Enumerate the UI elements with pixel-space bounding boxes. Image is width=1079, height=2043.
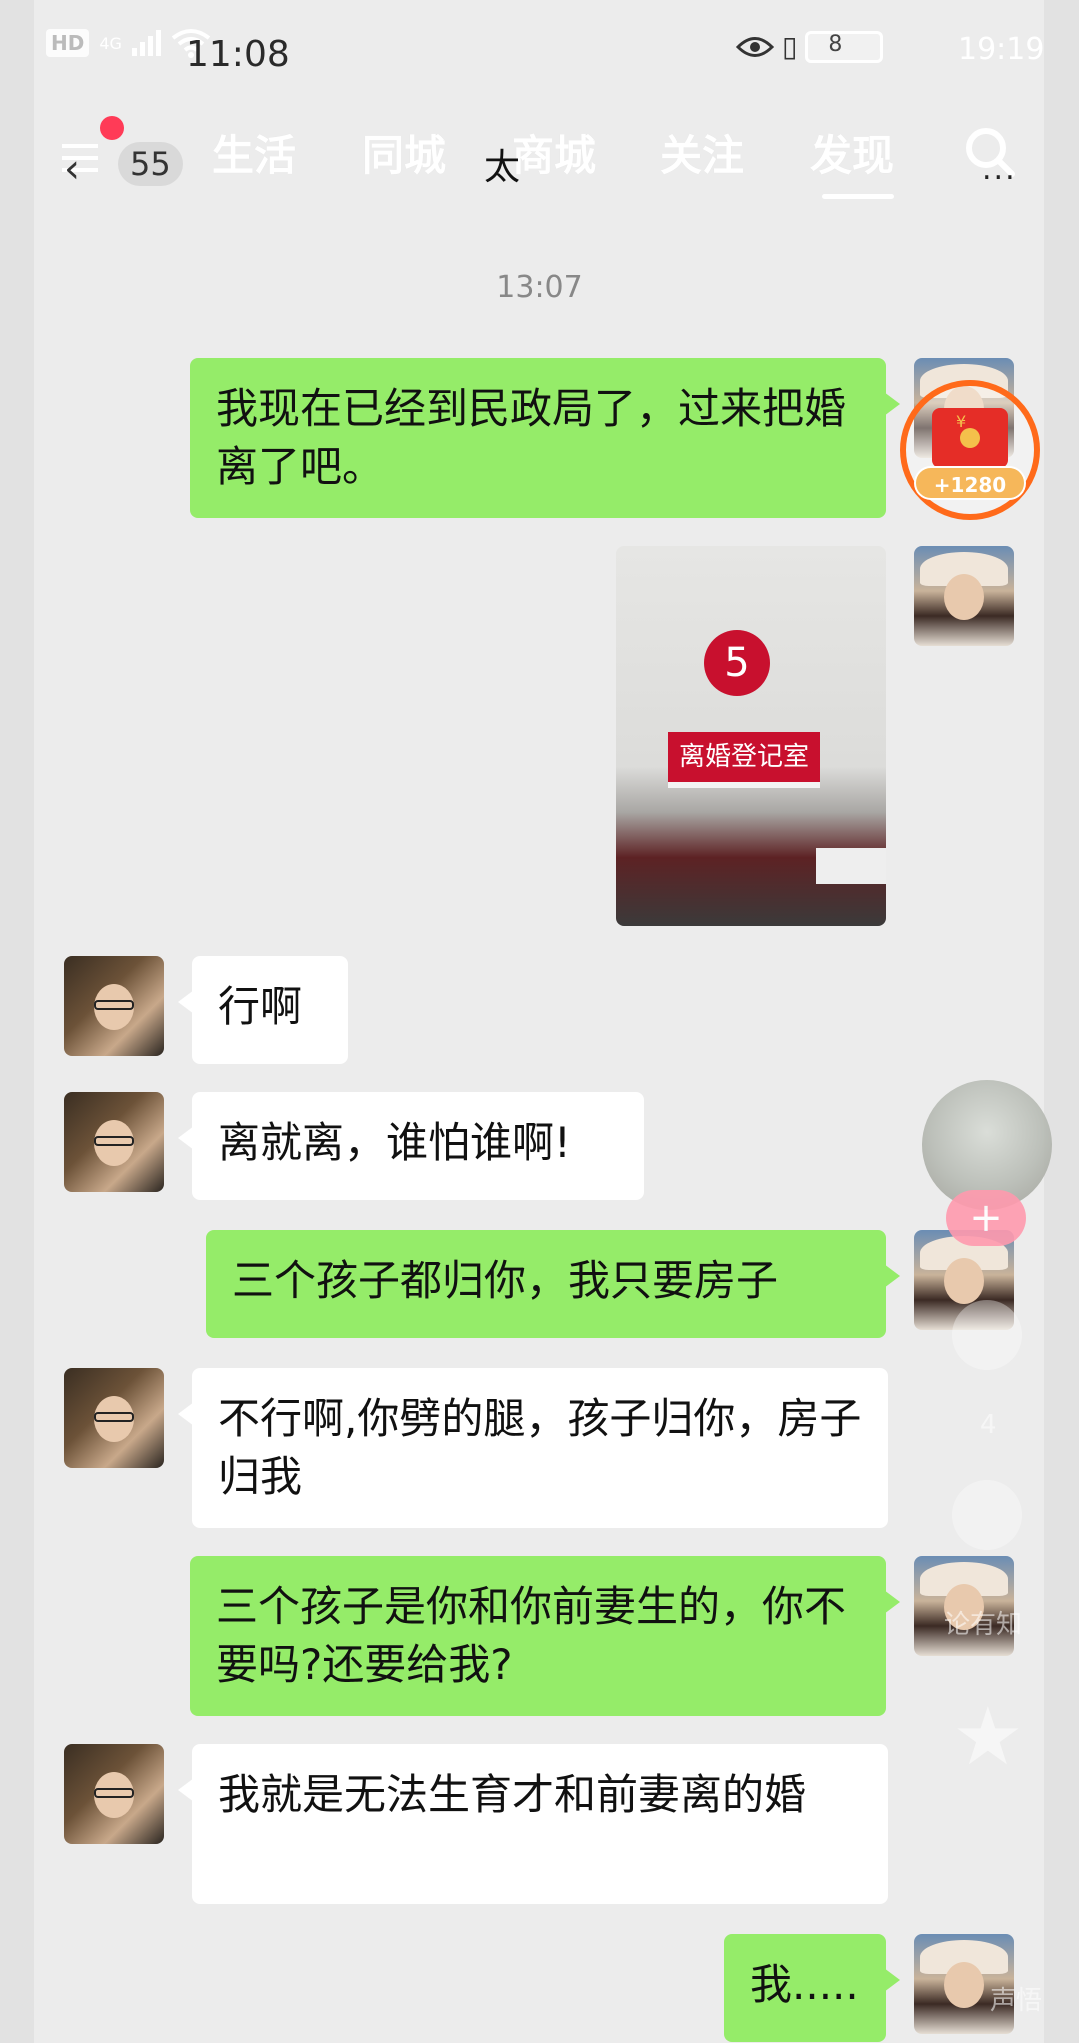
tab-mall[interactable]: 商城 — [512, 122, 596, 183]
notification-dot — [100, 116, 124, 140]
red-packet-badge[interactable]: ¥ +1280 — [900, 380, 1040, 520]
top-nav: ‹ 55 生活 同城 商城 关注 发现 太 ... — [0, 110, 1079, 220]
like-count: 4 — [980, 1410, 997, 1440]
my-avatar[interactable] — [914, 546, 1014, 646]
tab-discover[interactable]: 发现 — [810, 122, 894, 183]
message-bubble-sent[interactable]: 我..... — [724, 1934, 900, 2042]
battery-icon: 8 — [805, 30, 884, 63]
message-bubble-received[interactable]: 我就是无法生育才和前妻离的婚 — [178, 1744, 888, 1904]
comment-label: 论有知 — [944, 1610, 1023, 1640]
comment-icon[interactable] — [952, 1480, 1022, 1550]
tab-same-city[interactable]: 同城 — [362, 122, 446, 183]
star-icon[interactable]: ★ — [952, 1690, 1024, 1783]
contact-avatar[interactable] — [64, 1368, 164, 1468]
message-timestamp: 13:07 — [496, 270, 583, 305]
message-bubble-sent[interactable]: 我现在已经到民政局了，过来把婚离了吧。 — [190, 358, 900, 518]
chat-title: 太 — [484, 147, 521, 188]
red-packet-amount: +1280 — [914, 466, 1026, 500]
room-sign: 离婚登记室 — [668, 732, 820, 788]
eye-comfort-icon — [736, 36, 774, 57]
message-photo[interactable]: 5 离婚登记室 — [616, 546, 886, 926]
status-right: ▯ 8 — [736, 30, 884, 63]
hd-icon: HD — [46, 29, 90, 57]
chat-background — [34, 0, 1044, 2043]
red-envelope-icon — [932, 408, 1008, 468]
follow-plus-button[interactable]: + — [946, 1190, 1026, 1246]
more-options-icon[interactable]: ... — [982, 152, 1017, 187]
signal-icon — [131, 30, 161, 56]
contact-avatar[interactable] — [64, 1744, 164, 1844]
message-bubble-received[interactable]: 不行啊,你劈的腿，孩子归你，房子归我 — [178, 1368, 888, 1528]
overlay-time: 19:19 — [958, 32, 1045, 67]
vibrate-icon: ▯ — [782, 30, 798, 63]
active-tab-indicator — [822, 194, 894, 199]
yen-icon: ¥ — [956, 412, 967, 431]
message-bubble-sent[interactable]: 三个孩子都归你，我只要房子 — [206, 1230, 900, 1338]
battery-level: 8 — [828, 31, 843, 57]
message-bubble-received[interactable]: 离就离，谁怕谁啊! — [178, 1092, 644, 1200]
like-icon[interactable] — [952, 1300, 1022, 1370]
tab-follow[interactable]: 关注 — [660, 122, 744, 183]
unread-count[interactable]: 55 — [118, 142, 183, 186]
status-time: 11:08 — [186, 34, 290, 75]
overlay-bottom-label: 声悟 — [990, 1986, 1043, 2016]
contact-avatar[interactable] — [64, 1092, 164, 1192]
back-arrow-icon[interactable]: ‹ — [64, 146, 80, 192]
message-bubble-received[interactable]: 行啊 — [178, 956, 348, 1064]
room-number-badge: 5 — [704, 630, 770, 696]
tab-life[interactable]: 生活 — [212, 122, 296, 183]
contact-avatar[interactable] — [64, 956, 164, 1056]
status-bar: HD 4G 11:08 ▯ 8 19:19 — [0, 0, 1079, 110]
message-bubble-sent[interactable]: 三个孩子是你和你前妻生的，你不要吗?还要给我? — [190, 1556, 900, 1716]
network-type: 4G — [99, 33, 122, 53]
